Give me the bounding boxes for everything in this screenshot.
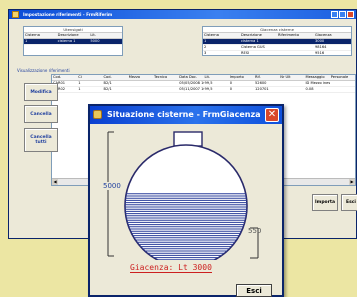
column-header: Giacenza <box>315 33 332 37</box>
table-cell <box>128 87 153 92</box>
table-cell: 52600 <box>255 81 267 85</box>
close-button[interactable]: ✕ <box>265 108 279 122</box>
column-header: Lit. <box>90 33 96 37</box>
dialog-app-icon <box>93 110 102 119</box>
column-header: Lit. <box>204 75 211 79</box>
column-header: Riferimento <box>278 33 300 37</box>
table-cell <box>277 51 314 55</box>
table-cell <box>279 81 304 86</box>
app-icon <box>12 11 19 18</box>
maximize-button[interactable] <box>339 11 346 18</box>
table-cell: 120701 <box>255 87 269 91</box>
table-cell: 1 <box>204 39 207 43</box>
stock-panel: Giacenza cisterne Cisterna Descrizione R… <box>202 26 352 56</box>
importa-button[interactable]: Importa <box>312 194 338 211</box>
column-header: Personale <box>330 75 349 79</box>
table-cell: 1 <box>25 39 28 43</box>
table-cell: 3000 <box>315 39 325 43</box>
table-row[interactable]: 3 RESI 9516 <box>203 51 351 55</box>
level-label: 550 <box>248 227 262 235</box>
table-cell: 05/05/2008 10:00 <box>179 81 204 85</box>
cancella-tutti-button[interactable]: Cancella tutti <box>24 128 58 152</box>
column-header: Cisterna <box>25 33 40 37</box>
column-header: Descrizione <box>57 33 79 37</box>
column-header: Importo <box>229 75 244 79</box>
giacenza-label: Giacenza: Lt 3000 <box>130 263 212 273</box>
table-row[interactable]: CAR02 1 B2/1 05/11/2007 10:00 99,5 0 120… <box>52 87 355 93</box>
minimize-button[interactable] <box>331 11 338 18</box>
tank-list-panel: Utensigati Cisterna Descrizione Lit. 1 c… <box>23 26 123 56</box>
tank-status-dialog: Situazione cisterne - FrmGiacenza ✕ 5000… <box>88 104 284 297</box>
table-cell: 9516 <box>315 51 325 55</box>
esci-button[interactable]: Esci <box>341 194 357 211</box>
table-cell <box>277 45 314 50</box>
table-cell: 1 <box>78 81 81 85</box>
table-cell: 98164 <box>315 45 327 49</box>
column-header: Cod. <box>103 75 112 79</box>
column-header: Mezzo <box>128 75 141 79</box>
table-cell: 5000 <box>90 39 100 43</box>
column-header: Rif. <box>255 75 261 79</box>
table-cell <box>330 81 355 86</box>
table-cell: ID Mezzo inesistente <box>305 81 330 85</box>
table-cell: RESI <box>241 51 250 55</box>
table-cell <box>153 87 178 92</box>
table-cell: 0 <box>229 87 233 91</box>
table-cell <box>128 81 153 86</box>
table-cell: 99,5 <box>204 81 213 85</box>
table-cell: Cisterna GUS <box>241 45 265 49</box>
table-cell: B2/1 <box>103 81 112 85</box>
table-cell <box>277 39 314 44</box>
tank-diagram <box>107 131 259 260</box>
column-header: Descrizione <box>241 33 262 37</box>
table-cell: B2/1 <box>103 87 112 91</box>
column-header: Ci <box>78 75 82 79</box>
table-cell: 99,5 <box>204 87 213 91</box>
dialog-esci-button[interactable]: Esci <box>236 284 272 297</box>
table-cell <box>153 81 178 86</box>
column-header: Nr Ult <box>280 75 291 79</box>
column-header: Tecnico <box>154 75 168 79</box>
column-header: Messaggio <box>305 75 325 79</box>
table-cell: 05/11/2007 10:00 <box>179 87 204 91</box>
table-cell: 0.08 <box>305 87 314 91</box>
table-row[interactable]: 1 cisterna 1 5000 <box>24 39 122 45</box>
dialog-title: Situazione cisterne - FrmGiacenza <box>90 106 282 124</box>
close-button[interactable] <box>347 11 354 18</box>
table-cell: 2 <box>204 45 207 49</box>
table-cell: cisterna 1 <box>57 39 76 43</box>
modifica-button[interactable]: Modifica <box>24 83 58 101</box>
scroll-right-arrow[interactable]: ▶ <box>349 179 355 185</box>
table-cell <box>330 87 355 92</box>
section-title: Visualizzazione riferimenti <box>17 68 70 73</box>
scroll-left-arrow[interactable]: ◀ <box>52 179 58 185</box>
table-cell <box>279 87 304 92</box>
capacity-label: 5000 <box>103 182 121 190</box>
column-header: Cod. <box>53 75 62 79</box>
cancella-button[interactable]: Cancella <box>24 105 58 123</box>
table-cell: 3 <box>204 51 207 55</box>
table-cell: cisterna 1 <box>241 39 259 43</box>
table-cell: 1 <box>78 87 81 91</box>
column-header: Cisterna <box>204 33 219 37</box>
column-header: Data Doc. <box>179 75 198 79</box>
table-cell: 0 <box>229 81 233 85</box>
background-window-title: Impostazione riferimenti - FrmRiferim <box>9 10 356 19</box>
tank-nozzle <box>173 131 203 147</box>
